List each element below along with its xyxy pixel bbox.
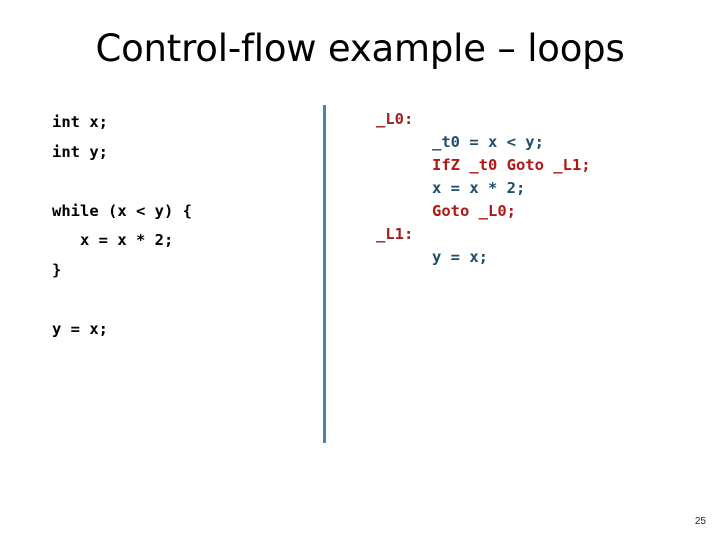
page-number: 25	[694, 516, 706, 527]
slide: Control-flow example – loops int x; int y…	[0, 0, 720, 540]
source-code-line: int x;	[52, 113, 108, 131]
source-code-line: y = x;	[52, 319, 108, 338]
source-code-panel: int x; int y; while (x < y) { x = x * 2;}…	[52, 108, 192, 344]
intermediate-code-panel: _L0: _t0 = x < y; IfZ _t0 Goto _L1; x = …	[376, 108, 591, 269]
ir-assignment-line: x = x * 2;	[376, 179, 526, 197]
ir-assignment-line: y = x;	[376, 248, 488, 266]
ir-jump-line: IfZ _t0 Goto _L1;	[376, 156, 591, 174]
ir-label-line: _L0:	[376, 110, 414, 128]
source-code-line: }	[52, 260, 62, 279]
column-divider	[323, 105, 326, 443]
source-code-line: x = x * 2;	[52, 231, 174, 249]
source-code-line: int y;	[52, 142, 108, 161]
ir-assignment-line: _t0 = x < y;	[376, 133, 544, 151]
source-blank-line	[52, 285, 192, 315]
source-code-line: while (x < y) {	[52, 201, 192, 220]
page-title: Control-flow example – loops	[95, 27, 625, 70]
ir-label-line: _L1:	[376, 225, 414, 243]
ir-jump-line: Goto _L0;	[376, 202, 516, 220]
source-blank-line	[52, 167, 192, 197]
